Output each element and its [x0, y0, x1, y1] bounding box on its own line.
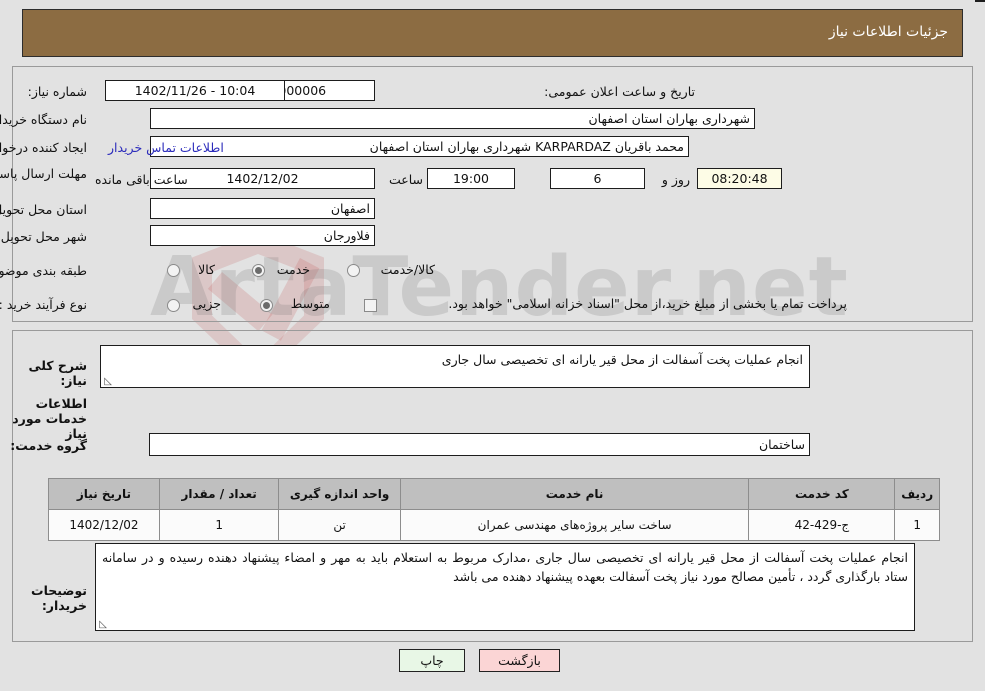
page-title: جزئیات اطلاعات نیاز [828, 24, 948, 40]
requester-label: ایجاد کننده درخواست: [0, 140, 87, 155]
need-details-panel [12, 66, 973, 322]
buyer-notes-text: انجام عملیات پخت آسفالت از محل قیر یاران… [102, 550, 908, 585]
city-label: شهر محل تحویل: [0, 229, 87, 244]
cell-quantity: 1 [158, 509, 280, 541]
deadline-label-line1: مهلت ارسال پاسخ: تا تاریخ: [0, 166, 87, 181]
service-group-label: گروه خدمت: [10, 438, 87, 453]
deadline-time-value: 19:00 [427, 168, 515, 189]
category-option-kala-khedmat-label: کالا/خدمت [380, 262, 435, 277]
process-label: نوع فرآیند خرید : [0, 297, 87, 312]
services-table: ردیف کد خدمت نام خدمت واحد اندازه گیری ت… [48, 478, 940, 541]
radio-category-khedmat[interactable] [252, 264, 265, 277]
days-label: روز و [661, 172, 690, 187]
cell-service-code: ج-429-42 [748, 509, 896, 541]
process-option-jozi-label: جزیی [192, 296, 221, 311]
public-announce-label: تاریخ و ساعت اعلان عمومی: [544, 84, 695, 99]
back-button[interactable]: بازگشت [479, 649, 560, 672]
resize-grip-icon-notes[interactable]: ◺ [98, 620, 107, 630]
treasury-checkbox-label: پرداخت تمام یا بخشی از مبلغ خرید،از محل … [448, 296, 847, 311]
cell-service-name: ساخت سایر پروژه‌های مهندسی عمران [399, 509, 750, 541]
resize-grip-icon[interactable]: ◺ [103, 377, 112, 387]
page-header: جزئیات اطلاعات نیاز [22, 9, 963, 57]
province-value: اصفهان [150, 198, 375, 219]
province-label: استان محل تحویل: [0, 202, 87, 217]
buyer-org-value: شهرداری بهاران استان اصفهان [150, 108, 755, 129]
category-label: طبقه بندی موضوعی: [0, 263, 87, 278]
col-quantity: تعداد / مقدار [158, 478, 280, 510]
table-row[interactable]: 1 ج-429-42 ساخت سایر پروژه‌های مهندسی عم… [48, 509, 940, 541]
cell-row-no: 1 [894, 509, 940, 541]
services-info-title: اطلاعات خدمات مورد نیاز [12, 396, 87, 441]
process-option-motavaset-label: متوسط [290, 296, 330, 311]
cell-need-date: 1402/12/02 [48, 509, 160, 541]
buyer-notes-label: توضیحات خریدار: [31, 583, 87, 613]
buyer-org-label: نام دستگاه خریدار: [0, 112, 87, 127]
public-announce-value: 10:04 - 1402/11/26 [105, 80, 285, 101]
remaining-hours-label: ساعت باقی مانده [95, 172, 188, 187]
hour-label: ساعت [388, 172, 423, 187]
need-description-text: انجام عملیات پخت آسفالت از محل قیر یاران… [441, 352, 803, 367]
service-group-value: ساختمان [149, 433, 810, 456]
print-button[interactable]: چاپ [399, 649, 465, 672]
need-description-label: شرح کلی نیاز: [28, 358, 87, 388]
checkbox-islamic-treasury-docs[interactable] [364, 299, 377, 312]
radio-process-motavaset[interactable] [260, 299, 273, 312]
category-option-kala-label: کالا [198, 262, 215, 277]
col-service-name: نام خدمت [399, 478, 750, 510]
city-value: فلاورجان [150, 225, 375, 246]
cell-unit: تن [278, 509, 401, 541]
col-row-no: ردیف [894, 478, 940, 510]
col-service-code: کد خدمت [748, 478, 896, 510]
need-number-label: شماره نیاز: [27, 84, 87, 99]
buyer-notes-textarea[interactable]: انجام عملیات پخت آسفالت از محل قیر یاران… [95, 543, 915, 631]
radio-category-kala-khedmat[interactable] [347, 264, 360, 277]
remaining-days-value: 6 [550, 168, 645, 189]
buyer-contact-link[interactable]: اطلاعات تماس خریدار [108, 140, 224, 155]
table-header-row: ردیف کد خدمت نام خدمت واحد اندازه گیری ت… [48, 478, 940, 510]
radio-category-kala[interactable] [167, 264, 180, 277]
need-description-textarea[interactable]: انجام عملیات پخت آسفالت از محل قیر یاران… [100, 345, 810, 388]
requester-value: محمد باقریان KARPARDAZ شهرداری بهاران اس… [150, 136, 689, 157]
col-need-date: تاریخ نیاز [48, 478, 160, 510]
radio-process-jozi[interactable] [167, 299, 180, 312]
category-option-khedmat-label: خدمت [276, 262, 310, 277]
col-unit: واحد اندازه گیری [278, 478, 401, 510]
countdown-value: 08:20:48 [697, 168, 782, 189]
